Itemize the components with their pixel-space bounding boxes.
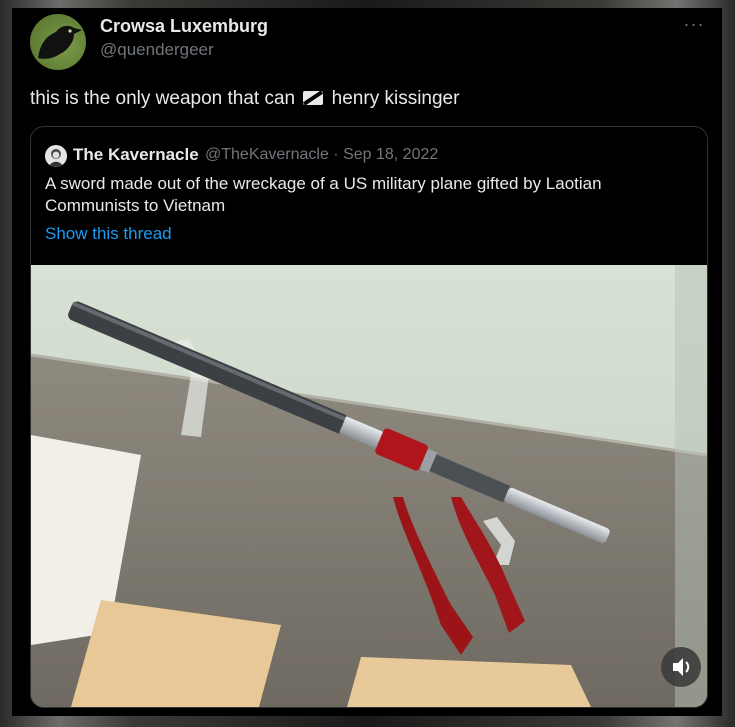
author-handle[interactable]: @quendergeer bbox=[100, 40, 214, 60]
quote-text: A sword made out of the wreckage of a US… bbox=[45, 174, 602, 215]
avatar[interactable] bbox=[30, 14, 86, 70]
tweet-card: Crowsa Luxemburg @quendergeer ··· this i… bbox=[12, 8, 722, 716]
tweet-text: this is the only weapon that can henry k… bbox=[30, 88, 459, 110]
more-options-icon[interactable]: ··· bbox=[682, 14, 706, 34]
tweet-text-after: henry kissinger bbox=[331, 88, 460, 109]
show-thread-link[interactable]: Show this thread bbox=[45, 224, 172, 244]
quote-meta[interactable]: @TheKavernacle · Sep 18, 2022 bbox=[205, 146, 438, 164]
censored-emoji-icon bbox=[302, 89, 324, 107]
face-avatar-icon bbox=[45, 145, 67, 167]
crow-avatar-icon bbox=[38, 25, 82, 59]
quote-tweet[interactable]: The Kavernacle @TheKavernacle · Sep 18, … bbox=[30, 126, 708, 708]
tweet-text-before: this is the only weapon that can bbox=[30, 88, 296, 109]
author-display-name[interactable]: Crowsa Luxemburg bbox=[100, 16, 268, 37]
speaker-icon bbox=[673, 658, 690, 676]
sword-photo[interactable] bbox=[31, 265, 707, 707]
audio-toggle-button[interactable] bbox=[661, 647, 701, 687]
quote-avatar[interactable] bbox=[45, 145, 67, 167]
quote-author-name[interactable]: The Kavernacle bbox=[73, 145, 199, 165]
